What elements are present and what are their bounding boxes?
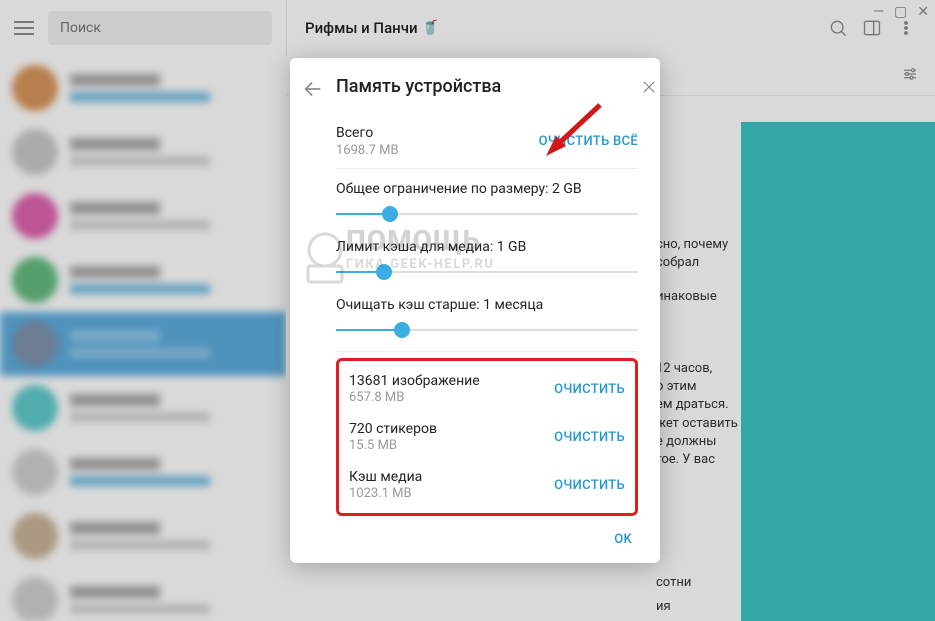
clear-all-button[interactable]: ОЧИСТИТЬ ВСЁ bbox=[539, 134, 638, 149]
cache-item-title: 13681 изображение bbox=[349, 373, 480, 389]
cache-item-size: 15.5 MB bbox=[349, 438, 437, 453]
cache-item-row: Кэш медиа 1023.1 MB ОЧИСТИТЬ bbox=[345, 461, 629, 509]
cache-items-highlight: 13681 изображение 657.8 MB ОЧИСТИТЬ 720 … bbox=[336, 358, 638, 516]
cache-age-row: Очищать кэш старше: 1 месяца bbox=[336, 285, 638, 352]
total-value: 1698.7 MB bbox=[336, 143, 399, 158]
size-limit-label: Общее ограничение по размеру: 2 GB bbox=[336, 181, 638, 197]
modal-title: Память устройства bbox=[336, 76, 638, 97]
cache-age-slider[interactable] bbox=[336, 323, 638, 337]
cache-item-row: 13681 изображение 657.8 MB ОЧИСТИТЬ bbox=[345, 365, 629, 413]
size-limit-slider[interactable] bbox=[336, 207, 638, 221]
media-cache-row: Лимит кэша для медиа: 1 GB bbox=[336, 227, 638, 285]
media-cache-slider[interactable] bbox=[336, 265, 638, 279]
cache-item-size: 657.8 MB bbox=[349, 390, 480, 405]
total-label: Всего bbox=[336, 125, 399, 141]
clear-button[interactable]: ОЧИСТИТЬ bbox=[554, 430, 625, 445]
size-limit-row: Общее ограничение по размеру: 2 GB bbox=[336, 169, 638, 227]
back-button[interactable] bbox=[290, 58, 336, 563]
cache-age-label: Очищать кэш старше: 1 месяца bbox=[336, 297, 638, 313]
storage-modal: Память устройства Всего 1698.7 MB ОЧИСТИ… bbox=[290, 58, 660, 563]
cache-item-row: 720 стикеров 15.5 MB ОЧИСТИТЬ bbox=[345, 413, 629, 461]
cache-item-title: 720 стикеров bbox=[349, 421, 437, 437]
ok-button[interactable]: OK bbox=[614, 532, 632, 547]
clear-button[interactable]: ОЧИСТИТЬ bbox=[554, 478, 625, 493]
media-cache-label: Лимит кэша для медиа: 1 GB bbox=[336, 239, 638, 255]
cache-item-size: 1023.1 MB bbox=[349, 486, 422, 501]
close-button[interactable] bbox=[636, 74, 662, 100]
total-row: Всего 1698.7 MB ОЧИСТИТЬ ВСЁ bbox=[336, 115, 638, 169]
cache-item-title: Кэш медиа bbox=[349, 469, 422, 485]
clear-button[interactable]: ОЧИСТИТЬ bbox=[554, 382, 625, 397]
